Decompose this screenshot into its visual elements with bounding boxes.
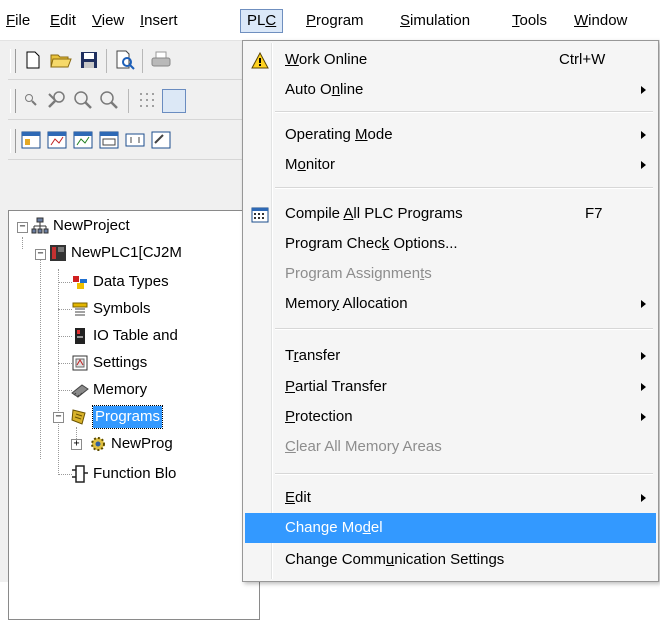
plc-icon [49, 244, 67, 262]
submenu-arrow-icon [641, 300, 646, 308]
data-types-icon [71, 273, 89, 291]
menu-plc[interactable]: PLC [240, 9, 284, 33]
menu-program[interactable]: Program [300, 9, 370, 33]
submenu-arrow-icon [641, 161, 646, 169]
program-gear-icon [89, 435, 107, 453]
zoom-in-icon[interactable] [72, 89, 94, 111]
menu-item-check-options[interactable]: Program Check Options... [245, 229, 656, 259]
menu-edit[interactable]: Edit [44, 9, 82, 33]
print-icon[interactable] [150, 49, 172, 71]
new-file-icon[interactable] [22, 49, 44, 71]
toolbar-grip[interactable] [10, 89, 16, 113]
project-window-icon[interactable] [20, 129, 42, 151]
menu-simulation[interactable]: Simulation [394, 9, 476, 33]
submenu-arrow-icon [641, 131, 646, 139]
menu-item-operating-mode[interactable]: Operating Mode [245, 120, 656, 150]
submenu-arrow-icon [641, 494, 646, 502]
expander-new-program[interactable]: + [71, 439, 82, 450]
menu-window[interactable]: Window [568, 9, 633, 33]
tree-node-plc[interactable]: NewPLC1[CJ2M [49, 242, 182, 264]
menu-item-memory-allocation[interactable]: Memory Allocation [245, 289, 656, 319]
menu-item-program-assignments: Program Assignments [285, 265, 432, 282]
submenu-arrow-icon [641, 86, 646, 94]
save-icon[interactable] [78, 49, 100, 71]
menu-view[interactable]: View [86, 9, 130, 33]
menu-item-change-model[interactable]: Change Model [245, 513, 656, 543]
shortcut-label: F7 [585, 205, 603, 222]
warning-icon [251, 51, 269, 69]
tree-node-settings[interactable]: Settings [71, 352, 147, 374]
menu-insert[interactable]: Insert [134, 9, 184, 33]
print-preview-icon[interactable] [114, 49, 136, 71]
tree-node-symbols[interactable]: Symbols [71, 298, 151, 320]
tree-node-io-table[interactable]: IO Table and [71, 325, 178, 347]
menu-tools[interactable]: Tools [506, 9, 553, 33]
tree-node-memory[interactable]: Memory [71, 379, 147, 401]
expander-project[interactable]: − [17, 222, 28, 233]
expander-programs[interactable]: − [53, 412, 64, 423]
menu-item-partial-transfer[interactable]: Partial Transfer [245, 372, 656, 402]
submenu-arrow-icon [641, 383, 646, 391]
properties-window-icon[interactable] [150, 129, 172, 151]
tree-node-new-program[interactable]: NewProg [89, 433, 173, 455]
menu-item-protection[interactable]: Protection [245, 402, 656, 432]
menu-item-compile-all[interactable]: Compile All PLC Programs F7 [245, 199, 656, 229]
menu-item-work-online[interactable]: Work Online Ctrl+W [245, 45, 656, 75]
programs-icon [71, 408, 89, 426]
menu-item-auto-online[interactable]: Auto Online [245, 75, 656, 105]
expander-plc[interactable]: − [35, 249, 46, 260]
tree-node-programs[interactable]: Programs [71, 405, 164, 429]
menu-item-change-communication[interactable]: Change Communication Settings [245, 545, 656, 575]
zoom-fit-icon[interactable] [46, 89, 68, 111]
compile-icon [251, 205, 269, 223]
zoom-out-icon[interactable] [98, 89, 120, 111]
menu-bar: File Edit View Insert PLC Program Simula… [0, 0, 660, 41]
tree-node-project[interactable]: NewProject [31, 215, 130, 237]
menu-file[interactable]: File [0, 9, 36, 33]
menu-item-edit[interactable]: Edit [245, 483, 656, 513]
project-tree-panel: − NewProject − NewPLC1[CJ2M Data Types S… [8, 210, 260, 620]
submenu-arrow-icon [641, 413, 646, 421]
open-folder-icon[interactable] [50, 49, 72, 71]
toolbar-grip[interactable] [10, 49, 16, 73]
tree-node-function-blocks[interactable]: Function Blo [71, 463, 176, 485]
io-window-icon[interactable] [124, 129, 146, 151]
submenu-arrow-icon [641, 352, 646, 360]
grid-icon[interactable] [136, 89, 158, 111]
plc-dropdown-menu: Work Online Ctrl+W Auto Online Operating… [242, 40, 659, 582]
menu-item-transfer[interactable]: Transfer [245, 341, 656, 371]
symbol-icon[interactable] [162, 89, 186, 113]
zoom-small-icon[interactable] [20, 89, 42, 111]
network-project-icon [31, 217, 49, 235]
settings-icon [71, 354, 89, 372]
menu-item-clear-memory: Clear All Memory Areas [285, 438, 442, 455]
toolbar-grip[interactable] [10, 129, 16, 153]
output-window-icon[interactable] [46, 129, 68, 151]
tree-node-data-types[interactable]: Data Types [71, 271, 169, 293]
address-window-icon[interactable] [98, 129, 120, 151]
memory-chip-icon [71, 381, 89, 399]
symbols-icon [71, 300, 89, 318]
io-table-icon [71, 327, 89, 345]
watch-window-icon[interactable] [72, 129, 94, 151]
shortcut-label: Ctrl+W [559, 51, 606, 68]
function-block-icon [71, 465, 89, 483]
menu-item-monitor[interactable]: Monitor [245, 150, 656, 180]
